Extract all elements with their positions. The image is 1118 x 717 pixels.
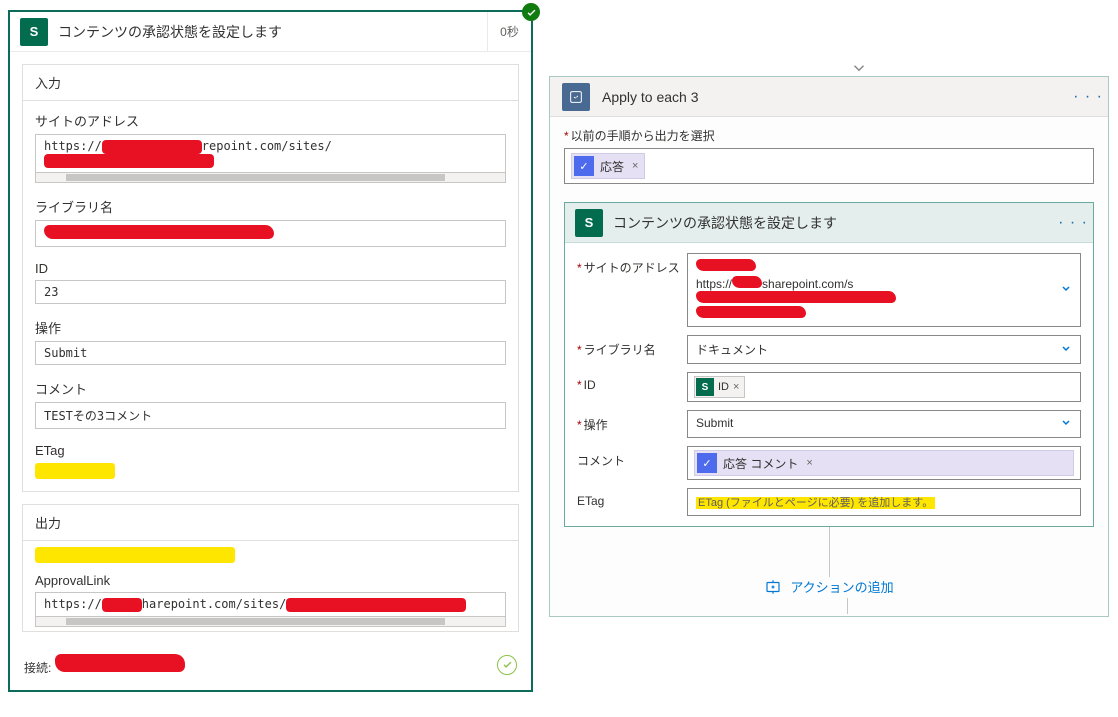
comment-label: コメント	[35, 379, 506, 398]
check-circle-icon	[497, 655, 517, 675]
id-label: ID	[35, 261, 506, 276]
approval-link-label: ApprovalLink	[35, 573, 506, 588]
previous-output-label: *以前の手順から出力を選択	[564, 127, 1094, 144]
etag-field[interactable]: ETag (ファイルとページに必要) を追加します。	[687, 488, 1081, 516]
remove-token-button[interactable]: ×	[806, 457, 812, 469]
connection-label: 接続:	[24, 661, 51, 675]
remove-token-button[interactable]: ×	[632, 160, 638, 172]
horizontal-scrollbar[interactable]	[35, 617, 506, 627]
comment-value[interactable]: TESTその3コメント	[35, 402, 506, 429]
etag-value-redacted	[35, 462, 506, 479]
left-run-result-panel: コンテンツの承認状態を設定します 0秒 入力 サイトのアドレス https://…	[8, 10, 533, 692]
horizontal-scrollbar[interactable]	[35, 173, 506, 183]
inner-action-header[interactable]: コンテンツの承認状態を設定します · · ·	[565, 203, 1093, 243]
previous-output-field[interactable]: ✓ 応答 ×	[564, 148, 1094, 184]
chevron-down-icon[interactable]	[1060, 283, 1072, 298]
left-duration: 0秒	[487, 12, 531, 51]
sharepoint-icon	[20, 18, 48, 46]
connector-line	[847, 598, 848, 614]
set-content-approval-action: コンテンツの承認状態を設定します · · · *サイトのアドレス https:/…	[564, 202, 1094, 527]
approvals-icon: ✓	[697, 453, 717, 473]
site-address-label: サイトのアドレス	[35, 111, 506, 130]
inputs-card: 入力 サイトのアドレス https://repoint.com/sites/ ラ…	[22, 64, 519, 492]
left-header[interactable]: コンテンツの承認状態を設定します 0秒	[10, 12, 531, 52]
more-menu-button[interactable]: · · ·	[1053, 214, 1093, 232]
chevron-down-icon[interactable]	[1060, 342, 1072, 357]
inner-action-title: コンテンツの承認状態を設定します	[613, 213, 1053, 233]
apply-to-each-title: Apply to each 3	[602, 89, 1068, 105]
loop-icon	[562, 83, 590, 111]
left-footer: 接続:	[10, 644, 531, 690]
inputs-heading: 入力	[23, 65, 518, 101]
sharepoint-icon	[575, 209, 603, 237]
left-action-title: コンテンツの承認状態を設定します	[58, 22, 487, 42]
approval-link-value[interactable]: https://harepoint.com/sites/	[35, 592, 506, 617]
etag-label: ETag	[35, 443, 506, 458]
chevron-down-icon[interactable]	[1060, 417, 1072, 432]
operation-label: 操作	[584, 418, 608, 432]
response-token[interactable]: ✓ 応答 ×	[571, 153, 645, 179]
library-field[interactable]: ドキュメント	[687, 335, 1081, 364]
more-menu-button[interactable]: · · ·	[1068, 88, 1108, 106]
connector-line	[564, 527, 1094, 577]
response-comment-token[interactable]: ✓ 応答 コメント ×	[694, 450, 1074, 476]
id-value[interactable]: 23	[35, 280, 506, 304]
library-value[interactable]	[35, 220, 506, 247]
operation-value[interactable]: Submit	[35, 341, 506, 365]
operation-field[interactable]: Submit	[687, 410, 1081, 438]
remove-token-button[interactable]: ×	[733, 381, 739, 393]
id-field[interactable]: S ID ×	[687, 372, 1081, 402]
etag-placeholder: ETag (ファイルとページに必要) を追加します。	[696, 497, 935, 509]
add-action-button[interactable]: アクションの追加	[564, 577, 1094, 600]
id-label: ID	[584, 378, 596, 392]
operation-label: 操作	[35, 318, 506, 337]
apply-to-each-card: Apply to each 3 · · · *以前の手順から出力を選択 ✓ 応答…	[549, 76, 1109, 617]
site-address-value[interactable]: https://repoint.com/sites/	[35, 134, 506, 173]
outputs-heading: 出力	[23, 505, 518, 541]
site-address-label: サイトのアドレス	[584, 261, 680, 275]
approvals-icon: ✓	[574, 156, 594, 176]
add-action-icon	[764, 578, 782, 596]
id-token[interactable]: S ID ×	[694, 376, 745, 398]
comment-field[interactable]: ✓ 応答 コメント ×	[687, 446, 1081, 480]
sharepoint-icon: S	[696, 378, 714, 396]
etag-label: ETag	[577, 494, 604, 508]
library-label: ライブラリ名	[35, 197, 506, 216]
comment-label: コメント	[577, 454, 625, 468]
site-address-field[interactable]: https://sharepoint.com/s	[687, 253, 1081, 327]
apply-to-each-header[interactable]: Apply to each 3 · · ·	[550, 77, 1108, 117]
library-label: ライブラリ名	[584, 343, 656, 357]
outputs-card: 出力 ApprovalLink https://harepoint.com/si…	[22, 504, 519, 632]
